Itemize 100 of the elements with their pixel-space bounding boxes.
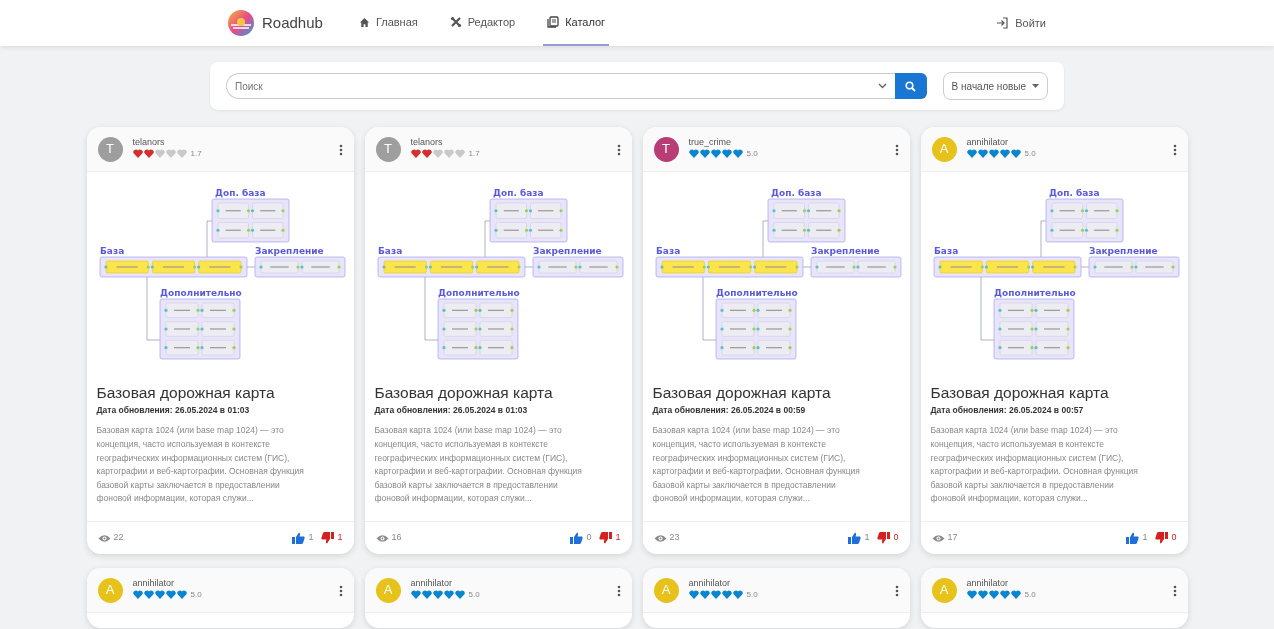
dislike-count: 0 bbox=[1171, 531, 1177, 545]
heart-icon bbox=[454, 149, 465, 159]
update-date: Дата обновления: 26.05.2024 в 00:59 bbox=[652, 403, 807, 417]
more-icon bbox=[1172, 584, 1177, 597]
author-name[interactable]: annihilator bbox=[410, 579, 480, 589]
rating-value: 5.0 bbox=[468, 588, 480, 601]
group-title: Доп. база bbox=[770, 188, 822, 198]
card-description: Базовая карта 1024 (или base map 1024) — это концепция, часто используемая в контексте географических информационных систем (ГИС), картографии и веб-картографии. Основная функция базовой карты заключается в предоставлении фоновой информации, которая служи... bbox=[374, 424, 583, 506]
more-icon bbox=[1172, 143, 1177, 156]
dislike-count: 0 bbox=[893, 531, 899, 545]
view-count: 17 bbox=[947, 531, 958, 545]
author-name[interactable]: telanors bbox=[410, 138, 480, 148]
group-title: Доп. база bbox=[492, 188, 544, 198]
more-icon bbox=[894, 143, 899, 156]
group-title: Дополнительно bbox=[437, 288, 520, 298]
thumbs-down-icon[interactable] bbox=[1155, 532, 1169, 544]
caret-icon bbox=[1032, 84, 1039, 88]
card-title[interactable]: Базовая дорожная карта bbox=[930, 384, 1178, 403]
user-avatar: A bbox=[653, 577, 679, 603]
like-count: 1 bbox=[1142, 531, 1148, 545]
user-avatar: A bbox=[375, 577, 401, 603]
search-icon bbox=[905, 80, 917, 92]
group-title: База bbox=[655, 246, 680, 256]
user-avatar: A bbox=[931, 577, 957, 603]
view-count: 16 bbox=[391, 531, 402, 545]
card-title[interactable]: Базовая дорожная карта bbox=[96, 384, 344, 403]
rating-value: 5.0 bbox=[1024, 147, 1036, 160]
login-icon bbox=[996, 17, 1010, 29]
heart-icon bbox=[165, 149, 176, 159]
roadmap-card[interactable]: A annihilator 5.0 bbox=[364, 568, 632, 628]
roadmap-card[interactable]: A annihilator 5.0 bbox=[86, 568, 354, 628]
dislike-count: 1 bbox=[337, 531, 343, 545]
group-title: Дополнительно bbox=[993, 288, 1076, 298]
like-count: 0 bbox=[586, 531, 592, 545]
eye-icon bbox=[97, 533, 111, 543]
logo-icon bbox=[228, 10, 254, 36]
author-name[interactable]: true_crime bbox=[688, 138, 758, 148]
heart-icon bbox=[432, 149, 443, 159]
update-date: Дата обновления: 26.05.2024 в 00:57 bbox=[930, 403, 1085, 417]
card-title[interactable]: Базовая дорожная карта bbox=[374, 384, 622, 403]
author-name[interactable]: annihilator bbox=[688, 579, 758, 589]
sort-dropdown[interactable]: В начале новые bbox=[942, 72, 1048, 100]
author-name[interactable]: annihilator bbox=[132, 579, 202, 589]
heart-icon bbox=[443, 149, 454, 159]
user-avatar: T bbox=[653, 136, 679, 162]
like-count: 1 bbox=[308, 531, 314, 545]
search-field[interactable]: Поиск bbox=[226, 73, 870, 99]
user-avatar: T bbox=[375, 136, 401, 162]
roadmap-card[interactable]: A annihilator 5.0 bbox=[642, 568, 910, 628]
nav-tab[interactable]: Главная bbox=[354, 0, 422, 46]
thumbs-down-icon[interactable] bbox=[877, 532, 891, 544]
group-title: Дополнительно bbox=[159, 288, 242, 298]
group-title: Дополнительно bbox=[715, 288, 798, 298]
more-icon bbox=[338, 584, 343, 597]
dislike-count: 1 bbox=[615, 531, 621, 545]
author-name[interactable]: annihilator bbox=[966, 138, 1036, 148]
update-date: Дата обновления: 26.05.2024 в 01:03 bbox=[96, 403, 251, 417]
more-icon bbox=[338, 143, 343, 156]
group-title: База bbox=[377, 246, 402, 256]
login-link[interactable]: Войти bbox=[996, 14, 1046, 32]
card-description: Базовая карта 1024 (или base map 1024) — это концепция, часто используемая в контексте географических информационных систем (ГИС), картографии и веб-картографии. Основная функция базовой карты заключается в предоставлении фоновой информации, которая служи... bbox=[96, 424, 305, 506]
more-icon bbox=[894, 584, 899, 597]
rating-value: 1.7 bbox=[468, 147, 480, 160]
heart-icon bbox=[176, 149, 187, 159]
user-avatar: A bbox=[97, 577, 123, 603]
group-title: База bbox=[99, 246, 124, 256]
update-date: Дата обновления: 26.05.2024 в 01:03 bbox=[374, 403, 529, 417]
eye-icon bbox=[931, 533, 945, 543]
group-title: Закрепление bbox=[254, 246, 324, 256]
rating-value: 5.0 bbox=[746, 147, 758, 160]
card-title[interactable]: Базовая дорожная карта bbox=[652, 384, 900, 403]
brand-link[interactable]: Roadhub bbox=[228, 10, 323, 36]
thumbs-up-icon[interactable] bbox=[570, 532, 584, 544]
nav-tab[interactable]: Каталог bbox=[543, 0, 610, 46]
author-name[interactable]: annihilator bbox=[966, 579, 1036, 589]
more-icon bbox=[616, 584, 621, 597]
thumbs-up-icon[interactable] bbox=[848, 532, 862, 544]
card-description: Базовая карта 1024 (или base map 1024) — это концепция, часто используемая в контексте географических информационных систем (ГИС), картографии и веб-картографии. Основная функция базовой карты заключается в предоставлении фоновой информации, которая служи... bbox=[652, 424, 861, 506]
group-title: Доп. база bbox=[214, 188, 266, 198]
author-name[interactable]: telanors bbox=[132, 138, 202, 148]
group-title: Закрепление bbox=[532, 246, 602, 256]
thumbs-up-icon[interactable] bbox=[292, 532, 306, 544]
nav-tab[interactable]: Редактор bbox=[445, 0, 520, 46]
rating-value: 5.0 bbox=[190, 588, 202, 601]
eye-icon bbox=[653, 533, 667, 543]
roadmap-card[interactable] bbox=[642, 127, 910, 554]
user-avatar: T bbox=[97, 136, 123, 162]
group-title: База bbox=[933, 246, 958, 256]
thumbs-down-icon[interactable] bbox=[599, 532, 613, 544]
thumbs-down-icon[interactable] bbox=[321, 532, 335, 544]
eye-icon bbox=[375, 533, 389, 543]
user-avatar: A bbox=[931, 136, 957, 162]
chevron-icon[interactable] bbox=[877, 83, 887, 89]
roadmap-card[interactable]: A annihilator 5.0 bbox=[920, 568, 1188, 628]
more-icon bbox=[616, 143, 621, 156]
search-button[interactable] bbox=[894, 73, 927, 99]
thumbs-up-icon[interactable] bbox=[1126, 532, 1140, 544]
like-count: 1 bbox=[864, 531, 870, 545]
catalog-icon bbox=[547, 16, 560, 28]
group-title: Доп. база bbox=[1048, 188, 1100, 198]
